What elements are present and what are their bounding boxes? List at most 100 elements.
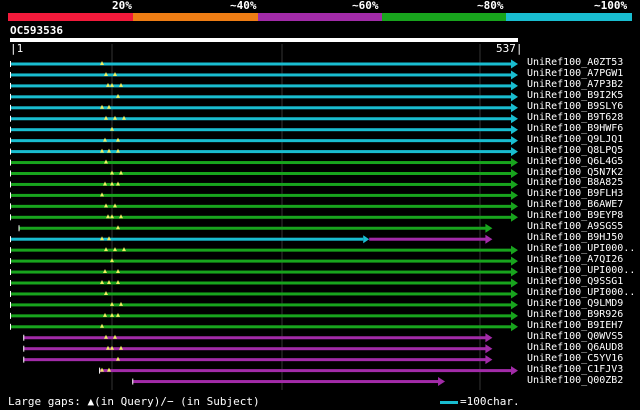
hit-start-tick <box>10 181 11 188</box>
hit-start-tick <box>10 301 11 308</box>
hit-start-tick <box>10 323 11 330</box>
hit-start-tick <box>10 269 11 276</box>
hit-bar[interactable] <box>10 215 512 219</box>
hit-start-tick <box>132 378 134 385</box>
hit-bar[interactable] <box>10 237 364 241</box>
hit-start-tick <box>10 148 11 155</box>
hit-label[interactable]: UniRef100_Q6AUD8 <box>527 342 623 353</box>
hit-label[interactable]: UniRef100_Q9SSG1 <box>527 277 623 287</box>
hit-label[interactable]: UniRef100_Q5N7K2 <box>527 167 623 178</box>
hit-label[interactable]: UniRef100_B9R926 <box>527 309 623 320</box>
hit-bar[interactable] <box>10 73 512 77</box>
hit-bar[interactable] <box>10 281 512 285</box>
hit-label[interactable]: UniRef100_B9HWF6 <box>527 123 623 134</box>
hit-label[interactable]: UniRef100_A7QI26 <box>527 255 623 265</box>
hit-label[interactable]: UniRef100_B9HJ50 <box>527 233 623 243</box>
hit-start-tick <box>10 104 11 111</box>
scale-legend: =100char. <box>440 396 640 408</box>
hit-label[interactable]: UniRef100_UPI000.. <box>527 244 635 254</box>
hit-arrow <box>511 125 518 135</box>
hit-label[interactable]: UniRef100_B9EYP8 <box>527 211 623 221</box>
hit-label[interactable]: UniRef100_UPI000.. <box>527 266 635 276</box>
hit-label[interactable]: UniRef100_C1FJV3 <box>527 364 623 375</box>
hit-bar[interactable] <box>10 259 512 263</box>
hit-bar-tail[interactable] <box>369 237 487 241</box>
hit-bar[interactable] <box>23 336 487 340</box>
hit-bar[interactable] <box>10 128 512 132</box>
blast-alignment-graphic: 20% ~40% ~60% ~80% ~100% OC593536 |1 537… <box>0 0 640 410</box>
hit-bar[interactable] <box>10 117 512 121</box>
hit-arrow <box>511 103 518 113</box>
hit-start-tick <box>23 356 25 363</box>
hit-label[interactable]: UniRef100_B6AWE7 <box>527 200 623 210</box>
hit-label[interactable]: UniRef100_A0ZT53 <box>527 58 623 68</box>
hit-arrow <box>485 355 493 365</box>
scale-swatch <box>440 401 458 404</box>
hit-label[interactable]: UniRef100_B9IEH7 <box>527 320 623 331</box>
hit-arrow <box>511 114 518 124</box>
hit-arrow <box>511 256 518 266</box>
hit-bar[interactable] <box>10 182 512 186</box>
hit-arrow <box>511 245 518 255</box>
hit-arrow <box>511 300 518 310</box>
hit-start-tick <box>10 258 11 265</box>
hit-bar[interactable] <box>10 139 512 143</box>
hit-bar[interactable] <box>10 248 512 252</box>
hit-arrow <box>363 235 370 244</box>
hit-label[interactable]: UniRef100_B9FLH3 <box>527 189 623 199</box>
hit-label[interactable]: UniRef100_A7P3B2 <box>527 79 623 90</box>
hit-bar[interactable] <box>10 193 512 197</box>
hit-bar[interactable] <box>10 325 512 329</box>
hit-label[interactable]: UniRef100_B9I2K5 <box>527 90 623 101</box>
hit-label[interactable]: UniRef100_Q6L4G5 <box>527 156 623 167</box>
hit-start-tick <box>10 247 11 254</box>
hit-label[interactable]: UniRef100_Q8LPQ5 <box>527 145 623 156</box>
hit-bar[interactable] <box>132 380 440 384</box>
hit-start-tick <box>10 115 11 122</box>
hit-start-tick <box>10 82 11 89</box>
hit-label[interactable]: UniRef100_A7PGW1 <box>527 68 623 79</box>
hit-arrow <box>511 81 518 91</box>
hit-start-tick <box>10 192 11 199</box>
hit-arrow <box>485 234 493 244</box>
hit-bar[interactable] <box>10 161 512 165</box>
hit-bar[interactable] <box>10 84 512 88</box>
hit-arrow <box>511 147 518 157</box>
hit-start-tick <box>10 203 11 210</box>
hit-bar[interactable] <box>10 204 512 208</box>
hit-bar[interactable] <box>10 95 512 99</box>
hit-start-tick <box>23 334 25 341</box>
hit-start-tick <box>18 225 20 232</box>
hit-bar[interactable] <box>10 62 512 66</box>
hit-arrow <box>511 179 518 189</box>
hit-label[interactable]: UniRef100_B9SLY6 <box>527 101 623 112</box>
hit-label[interactable]: UniRef100_A9SGS5 <box>527 222 623 232</box>
hit-bar[interactable] <box>10 106 512 110</box>
hit-bar[interactable] <box>10 270 512 274</box>
hit-start-tick <box>10 236 11 243</box>
hit-arrow <box>511 92 518 102</box>
hit-start-tick <box>23 345 25 352</box>
hit-label[interactable]: UniRef100_UPI000.. <box>527 287 635 298</box>
scale-text: =100char. <box>460 395 520 408</box>
hit-start-tick <box>10 280 11 286</box>
hit-bar[interactable] <box>10 314 512 318</box>
hit-label[interactable]: UniRef100_B8A825 <box>527 178 623 188</box>
hit-label[interactable]: UniRef100_Q9LMD9 <box>527 298 623 309</box>
hit-bar[interactable] <box>99 369 513 373</box>
hit-label[interactable]: UniRef100_Q9LJQ1 <box>527 134 623 145</box>
hit-bar[interactable] <box>10 150 512 154</box>
hit-bar[interactable] <box>23 358 487 362</box>
hit-bar[interactable] <box>18 226 487 230</box>
hit-bar[interactable] <box>23 347 487 351</box>
hit-label[interactable]: UniRef100_B9T628 <box>527 112 623 123</box>
hit-arrow <box>511 70 518 80</box>
hit-bar[interactable] <box>10 172 512 175</box>
hit-arrow <box>485 223 493 233</box>
hit-label[interactable]: UniRef100_C5YV16 <box>527 353 623 364</box>
hit-bar[interactable] <box>10 292 512 296</box>
hit-label[interactable]: UniRef100_Q0WVS5 <box>527 331 623 342</box>
hit-bar[interactable] <box>10 303 512 307</box>
large-gaps-legend: Large gaps: ▲(in Query)/− (in Subject) <box>8 395 260 408</box>
hit-label[interactable]: UniRef100_Q00ZB2 <box>527 375 623 386</box>
